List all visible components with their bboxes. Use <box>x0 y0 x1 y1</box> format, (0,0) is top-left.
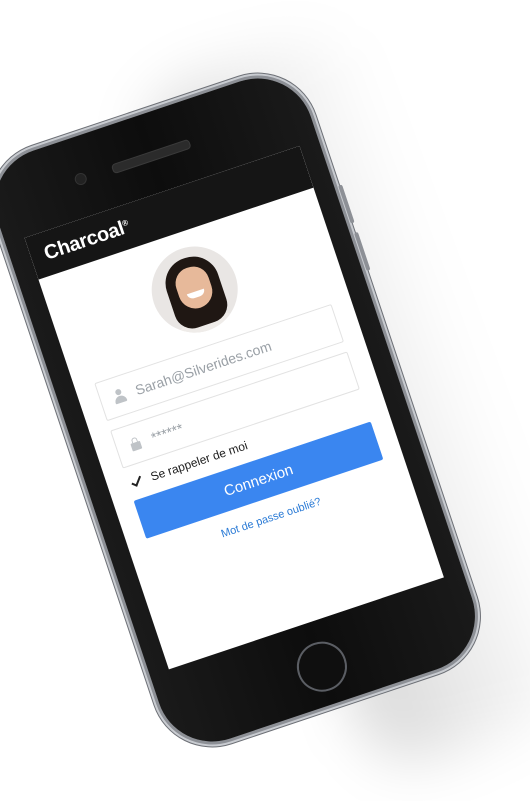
lock-icon <box>127 434 145 452</box>
avatar <box>140 235 250 344</box>
checkmark-icon[interactable] <box>128 473 146 491</box>
password-value: ****** <box>149 419 186 446</box>
user-icon <box>111 387 129 405</box>
logo-registered-mark: ® <box>120 217 129 228</box>
